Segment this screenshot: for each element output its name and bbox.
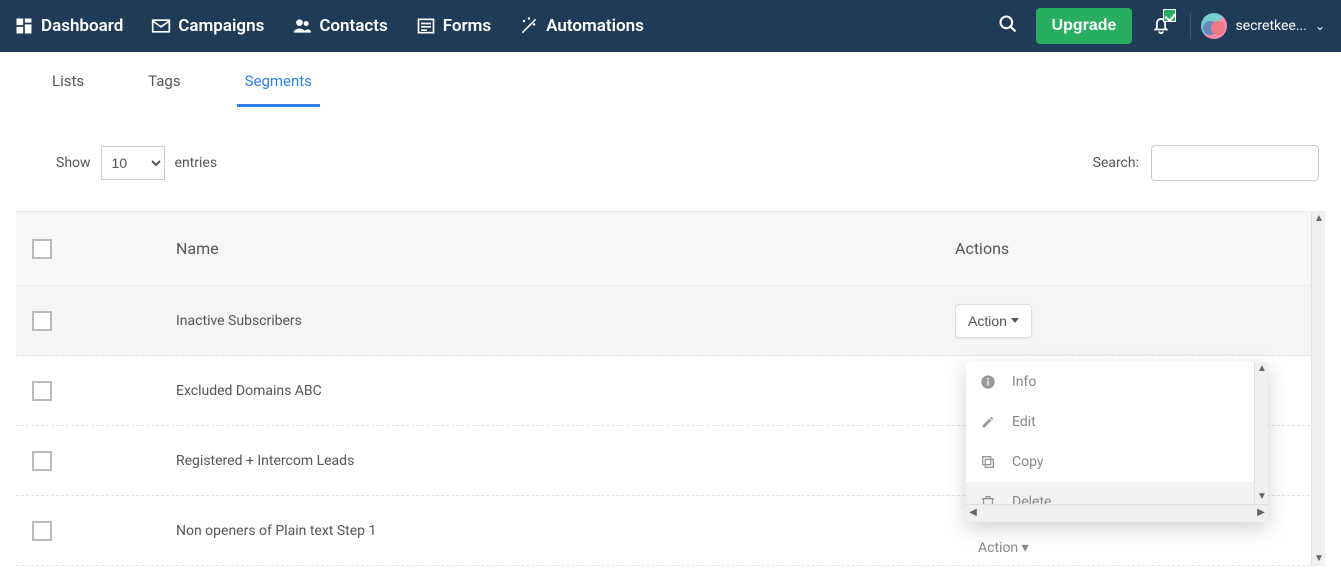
scroll-up-icon: ▲ <box>1314 214 1324 224</box>
dropdown-copy-label: Copy <box>1012 454 1044 470</box>
dropdown-item-edit[interactable]: Edit <box>966 402 1268 442</box>
scroll-left-icon: ◀ <box>968 508 978 518</box>
row-name[interactable]: Registered + Intercom Leads <box>176 453 955 469</box>
contacts-icon <box>292 16 312 36</box>
envelope-icon <box>151 16 171 36</box>
page-size-select[interactable]: 10 <box>101 146 165 180</box>
table-header: Name Actions <box>16 212 1325 286</box>
scroll-right-icon: ▶ <box>1256 508 1266 518</box>
table-vertical-scrollbar[interactable]: ▲ ▼ <box>1311 212 1325 566</box>
dropdown-item-copy[interactable]: Copy <box>966 442 1268 482</box>
nav-forms-label: Forms <box>443 16 491 36</box>
row-name[interactable]: Inactive Subscribers <box>176 313 955 329</box>
caret-down-icon <box>1011 318 1019 323</box>
copy-icon <box>980 454 996 470</box>
upgrade-button[interactable]: Upgrade <box>1036 8 1133 44</box>
tab-segments[interactable]: Segments <box>237 64 320 107</box>
controls-row: Show 10 entries Search: <box>16 145 1325 201</box>
wand-icon <box>519 16 539 36</box>
nav-right: Upgrade secretkee... ⌄ <box>998 8 1325 44</box>
nav-automations[interactable]: Automations <box>519 16 644 36</box>
scroll-up-icon: ▲ <box>1257 364 1267 374</box>
dropdown-edit-label: Edit <box>1012 414 1036 430</box>
forms-icon <box>416 16 436 36</box>
search-button[interactable] <box>998 14 1018 38</box>
header-name[interactable]: Name <box>176 239 955 258</box>
row-action-button[interactable]: Action <box>955 304 1032 338</box>
nav-contacts[interactable]: Contacts <box>292 16 387 36</box>
search-label: Search: <box>1093 155 1139 171</box>
tab-tags[interactable]: Tags <box>140 64 188 107</box>
chevron-down-icon: ⌄ <box>1315 19 1325 33</box>
hidden-action-button[interactable]: Action ▾ <box>978 540 1029 556</box>
row-checkbox[interactable] <box>32 381 52 401</box>
row-name[interactable]: Excluded Domains ABC <box>176 383 955 399</box>
scroll-down-icon: ▼ <box>1257 492 1267 502</box>
sub-tabs: Lists Tags Segments <box>0 52 1341 107</box>
notifications-button[interactable] <box>1150 13 1172 39</box>
row-checkbox[interactable] <box>32 521 52 541</box>
search-input[interactable] <box>1151 145 1319 181</box>
row-name[interactable]: Non openers of Plain text Step 1 <box>176 523 955 539</box>
nav-forms[interactable]: Forms <box>416 16 491 36</box>
show-entries: Show 10 entries <box>56 146 217 180</box>
dropdown-vertical-scrollbar[interactable]: ▲ ▼ <box>1254 362 1268 504</box>
row-checkbox[interactable] <box>32 451 52 471</box>
dropdown-info-label: Info <box>1012 374 1036 390</box>
nav-automations-label: Automations <box>546 16 644 36</box>
scroll-down-icon: ▼ <box>1314 554 1324 564</box>
header-check-col <box>26 239 176 259</box>
nav-items: Dashboard Campaigns Contacts Forms Autom… <box>14 16 644 36</box>
nav-dashboard[interactable]: Dashboard <box>14 16 123 36</box>
search-icon <box>998 14 1018 34</box>
table-row: Inactive Subscribers Action <box>16 286 1325 356</box>
show-label: Show <box>56 155 91 171</box>
top-nav: Dashboard Campaigns Contacts Forms Autom… <box>0 0 1341 52</box>
entries-label: entries <box>175 155 218 171</box>
action-dropdown: Info Edit Copy Delete ▲ ▼ ◀ ▶ <box>966 362 1268 522</box>
dropdown-horizontal-scrollbar[interactable]: ◀ ▶ <box>966 504 1268 522</box>
user-name: secretkee... <box>1235 18 1306 34</box>
tab-lists[interactable]: Lists <box>44 64 92 107</box>
header-actions: Actions <box>955 239 1315 258</box>
row-checkbox[interactable] <box>32 311 52 331</box>
nav-dashboard-label: Dashboard <box>41 16 123 36</box>
table-search: Search: <box>1093 145 1325 181</box>
nav-campaigns-label: Campaigns <box>178 16 264 36</box>
info-icon <box>980 374 996 390</box>
nav-campaigns[interactable]: Campaigns <box>151 16 264 36</box>
notification-badge-icon <box>1163 9 1176 22</box>
nav-contacts-label: Contacts <box>319 16 387 36</box>
dashboard-icon <box>14 16 34 36</box>
select-all-checkbox[interactable] <box>32 239 52 259</box>
edit-icon <box>980 414 996 430</box>
dropdown-item-info[interactable]: Info <box>966 362 1268 402</box>
avatar-icon <box>1201 13 1227 39</box>
user-menu[interactable]: secretkee... ⌄ <box>1190 13 1325 39</box>
row-action-label: Action <box>968 313 1007 329</box>
